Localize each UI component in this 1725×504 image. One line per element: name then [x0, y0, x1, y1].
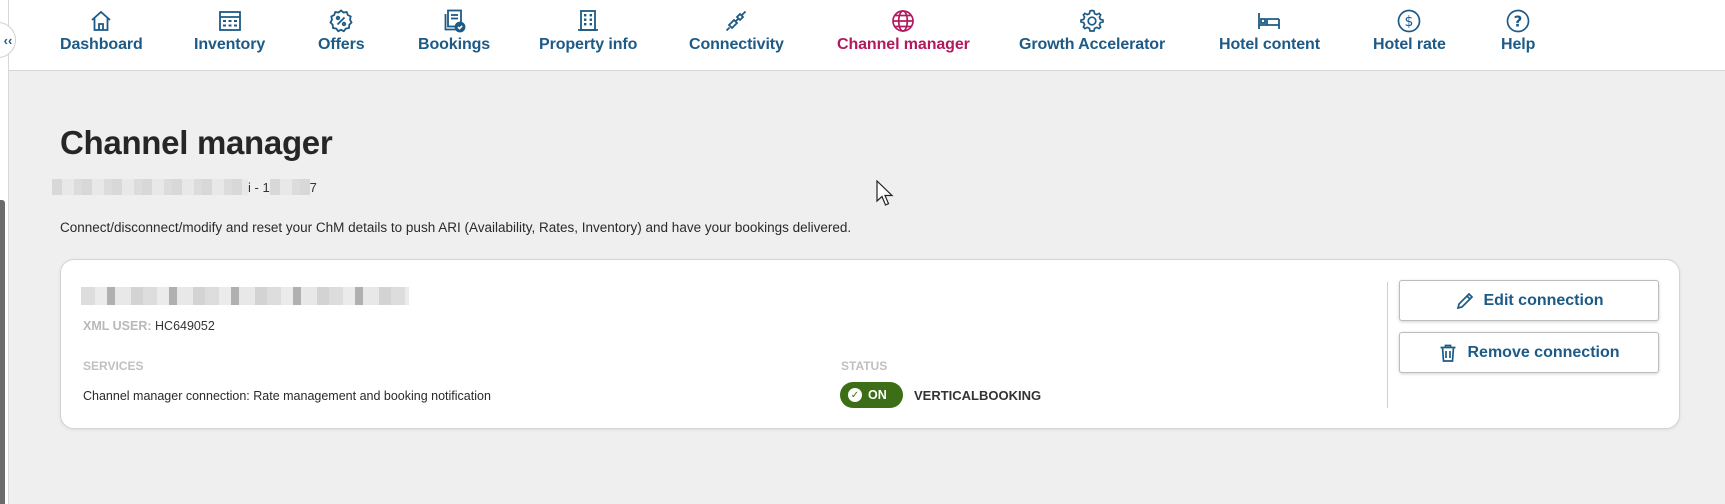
check-icon: ✓	[848, 388, 862, 402]
nav-item-channel-manager[interactable]: Channel manager	[837, 8, 970, 54]
nav-item-property-info[interactable]: Property info	[539, 8, 637, 54]
home-icon	[91, 10, 111, 31]
gear-icon	[1080, 9, 1104, 32]
nav-label: Help	[1501, 36, 1536, 53]
remove-connection-button[interactable]: Remove connection	[1399, 332, 1659, 373]
edit-connection-label: Edit connection	[1483, 291, 1604, 309]
page-description: Connect/disconnect/modify and reset your…	[60, 220, 852, 235]
nav-item-inventory[interactable]: Inventory	[194, 8, 265, 54]
status-label: STATUS	[841, 359, 888, 373]
hotel-id-separator: i - 1	[248, 179, 270, 195]
building-icon	[578, 10, 599, 31]
pencil-icon	[1456, 292, 1473, 309]
redacted-hotel-code	[269, 179, 310, 195]
nav-label: Growth Accelerator	[1019, 36, 1166, 53]
document-check-icon	[444, 9, 466, 33]
remove-connection-label: Remove connection	[1467, 343, 1620, 361]
services-value: Channel manager connection: Rate managem…	[83, 389, 491, 403]
nav-item-hotel-content[interactable]: Hotel content	[1219, 8, 1320, 54]
status-provider: VERTICALBOOKING	[914, 387, 1042, 403]
xml-user-label: XML USER:	[83, 319, 152, 333]
services-label: SERVICES	[83, 359, 144, 373]
status-toggle-label: ON	[868, 388, 887, 402]
hotel-id-suffix: 7	[309, 179, 317, 195]
mouse-cursor-icon	[876, 180, 894, 206]
calendar-grid-icon	[218, 11, 241, 31]
redacted-connection-name	[81, 287, 409, 305]
left-scroll-rail[interactable]	[0, 200, 5, 504]
nav-label: Channel manager	[837, 36, 970, 53]
dollar-circle-icon: $	[1398, 9, 1421, 33]
nav-item-connectivity[interactable]: Connectivity	[689, 8, 784, 54]
nav-label: Hotel content	[1219, 36, 1320, 53]
plug-icon	[726, 10, 747, 32]
card-divider	[1387, 282, 1388, 408]
nav-item-hotel-rate[interactable]: $ Hotel rate	[1373, 8, 1446, 54]
bed-icon	[1258, 13, 1281, 29]
status-toggle[interactable]: ✓ ON	[840, 382, 903, 408]
nav-item-offers[interactable]: Offers	[318, 8, 365, 54]
nav-label: Property info	[539, 36, 638, 53]
nav-label: Bookings	[418, 36, 491, 53]
nav-item-dashboard[interactable]: Dashboard	[60, 8, 143, 54]
page-title: Channel manager	[60, 124, 333, 161]
nav-label: Inventory	[194, 36, 266, 53]
nav-item-growth-accelerator[interactable]: Growth Accelerator	[1019, 8, 1165, 54]
xml-user-value: HC649052	[155, 319, 215, 333]
trash-icon	[1440, 344, 1456, 362]
top-navigation: Dashboard Inventory Offers Bookings Prop…	[9, 0, 1725, 71]
percent-badge-icon	[329, 9, 353, 33]
connection-card: XML USER: HC649052 SERVICES Channel mana…	[60, 259, 1680, 429]
edit-connection-button[interactable]: Edit connection	[1399, 280, 1659, 321]
svg-text:?: ?	[1514, 13, 1523, 31]
nav-item-bookings[interactable]: Bookings	[418, 8, 490, 54]
redacted-hotel-name	[52, 179, 248, 195]
collapse-arrow-icon: ‹‹	[3, 32, 13, 48]
nav-label: Hotel rate	[1373, 36, 1446, 53]
nav-label: Connectivity	[689, 36, 784, 53]
globe-icon	[892, 10, 915, 32]
hotel-identifier: i - 1 7	[52, 178, 317, 196]
svg-text:$: $	[1405, 14, 1414, 30]
question-circle-icon: ?	[1506, 9, 1530, 33]
status-row: ✓ ON VERTICALBOOKING	[840, 382, 1041, 408]
xml-user: XML USER: HC649052	[83, 319, 215, 333]
nav-label: Offers	[318, 36, 365, 53]
nav-label: Dashboard	[60, 36, 143, 53]
nav-item-help[interactable]: ? Help	[1501, 8, 1535, 54]
